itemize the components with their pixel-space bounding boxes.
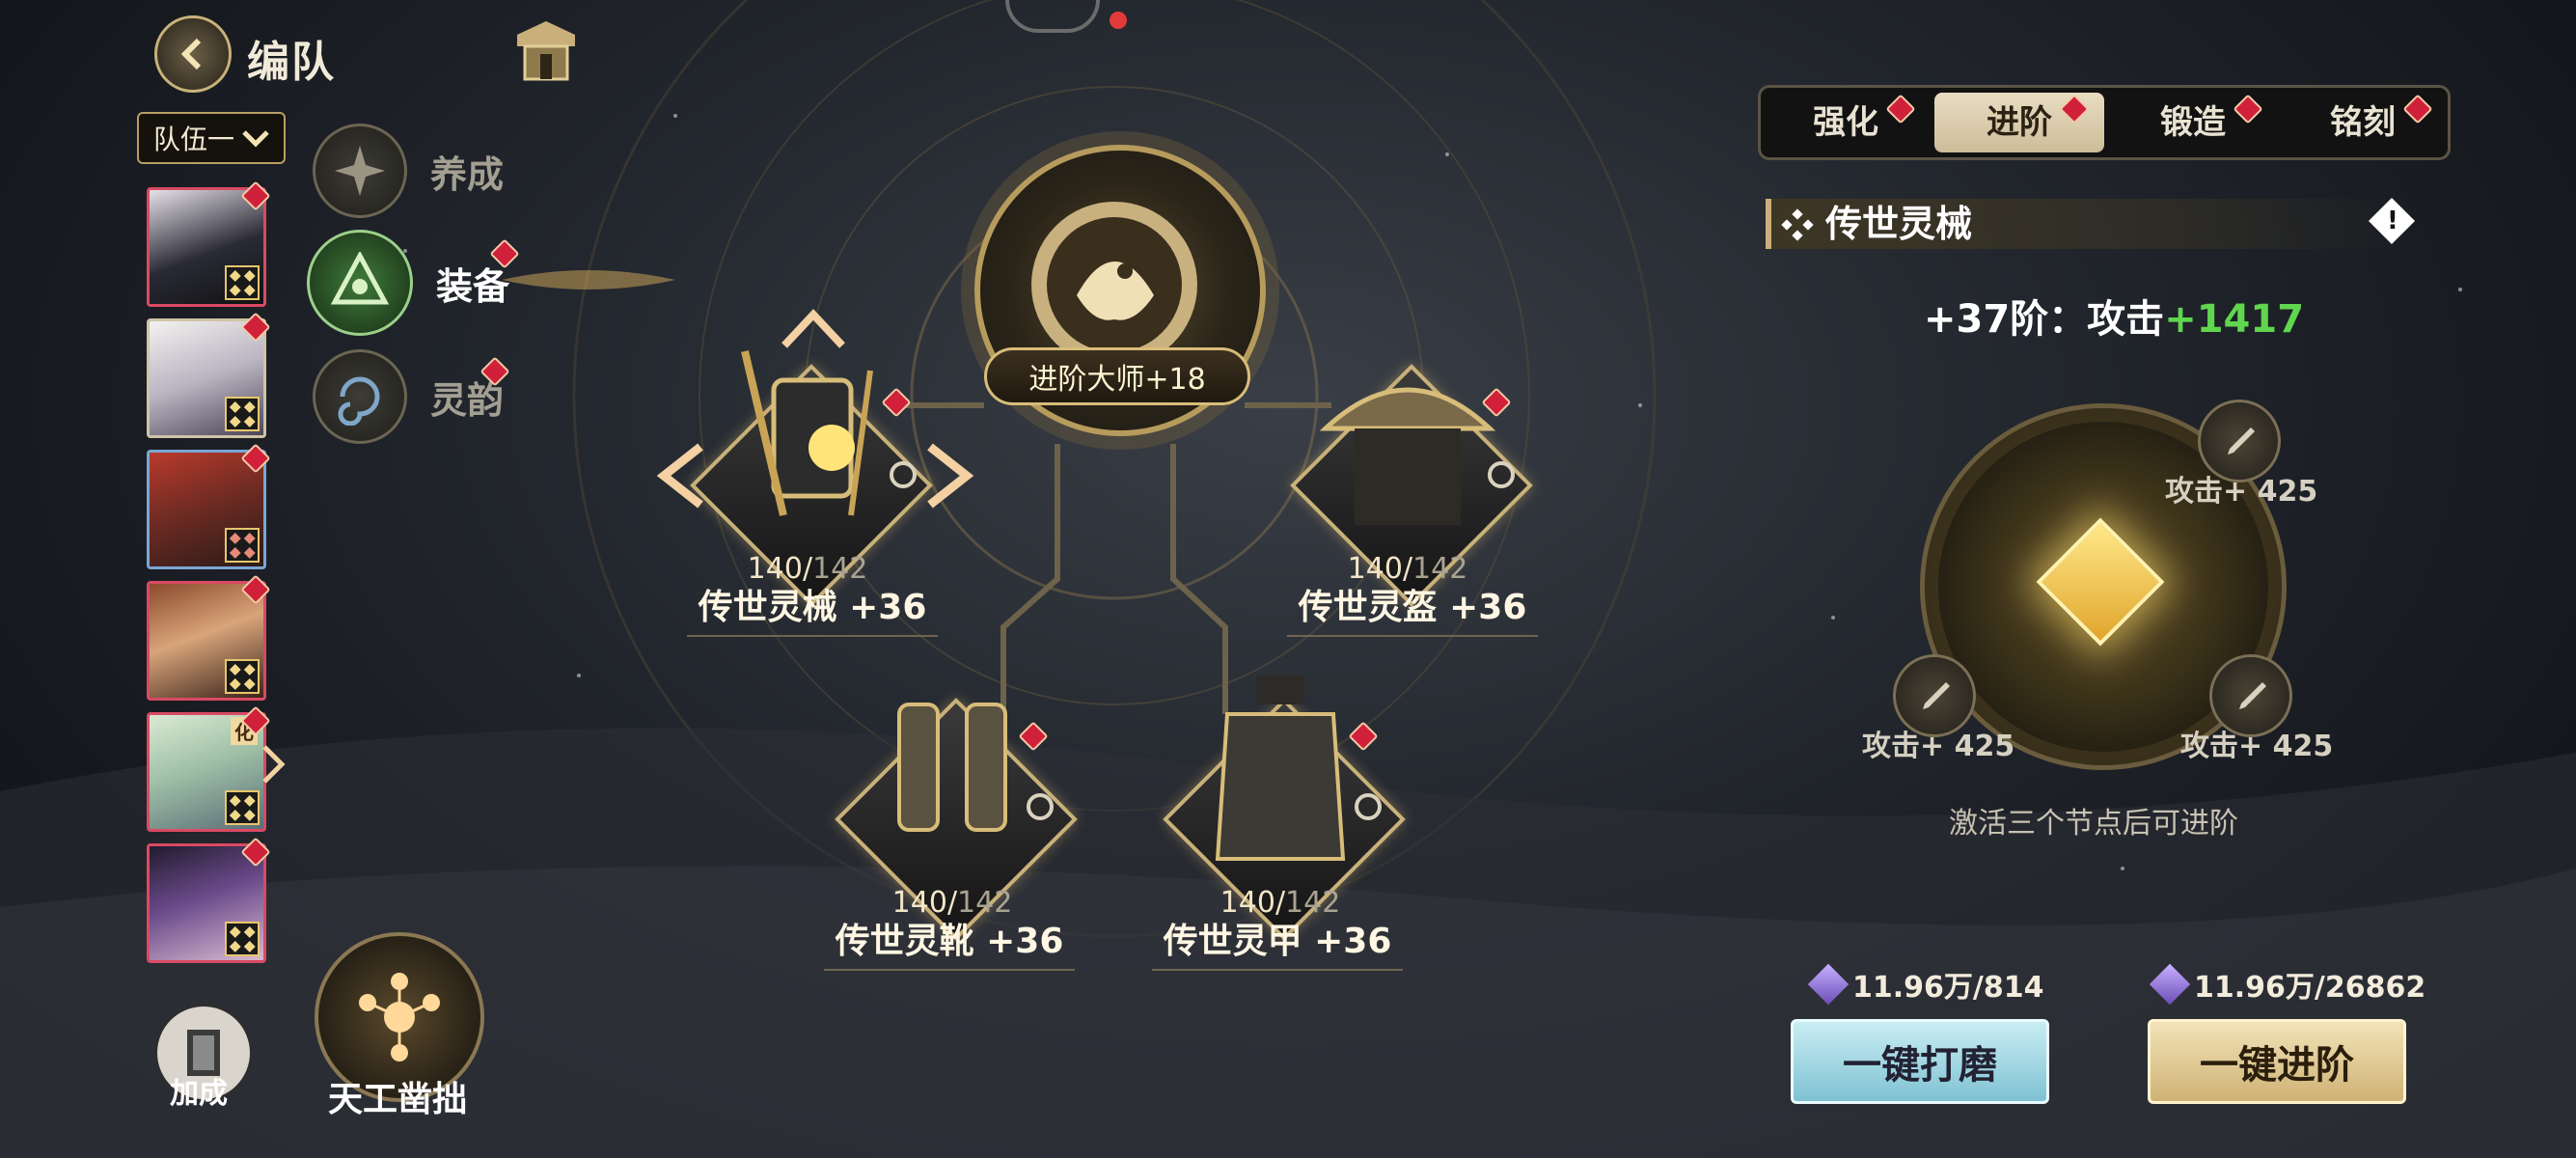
tab-bar: 强化 进阶 锻造 铭刻: [1758, 85, 2451, 160]
compass-icon: [313, 124, 407, 218]
swap-icon[interactable]: [1351, 789, 1385, 824]
helmet-name: 传世灵盔 +36: [1287, 579, 1538, 637]
stage-bonus-line: +37阶：攻击+1417: [1924, 288, 2304, 344]
weapon-name: 传世灵械 +36: [687, 579, 938, 637]
star-badge: [225, 528, 260, 563]
boots-icon: [897, 703, 1007, 832]
star-badge: [225, 397, 260, 431]
menu-aura[interactable]: 灵韵: [313, 349, 504, 444]
advance-cost: 11.96万/26862: [2149, 963, 2426, 1006]
character-portrait-5[interactable]: 化: [147, 712, 266, 832]
activation-hint: 激活三个节点后可进阶: [1949, 807, 2238, 841]
crystal-icon: [2149, 963, 2191, 1006]
tab-advance[interactable]: 进阶: [1934, 93, 2104, 152]
back-button[interactable]: [154, 15, 232, 93]
sword-icon: [2239, 682, 2266, 709]
alert-dot: [2233, 94, 2263, 124]
tower-icon[interactable]: [511, 17, 581, 87]
swap-icon[interactable]: [1023, 789, 1057, 824]
chevron-left-icon: [180, 38, 202, 70]
prev-arrow-icon[interactable]: [652, 442, 710, 510]
character-portrait-1[interactable]: [147, 187, 266, 307]
advance-cost-value: 11.96万/26862: [2194, 971, 2426, 1005]
stage-bonus-value: +1417: [2164, 297, 2305, 342]
armor-name: 传世灵甲 +36: [1152, 913, 1403, 971]
star-badge: [225, 659, 260, 694]
node-label-right: 攻击+ 425: [2180, 730, 2334, 763]
up-arrow-icon: [781, 309, 845, 348]
advance-master-label: 进阶大师+18: [984, 347, 1250, 405]
menu-cultivate-label: 养成: [430, 152, 505, 196]
tab-enhance[interactable]: 强化: [1761, 93, 1931, 152]
character-portrait-4[interactable]: [147, 581, 266, 701]
star-badge: [225, 922, 260, 956]
alert-dot: [2059, 94, 2090, 124]
craft-label: 天工凿拙: [328, 1080, 468, 1119]
crystal-icon: [1807, 963, 1850, 1006]
chevron-down-icon: [242, 130, 269, 148]
tab-forge-label: 锻造: [2160, 103, 2226, 142]
stage-prefix: +37阶：攻击: [1924, 297, 2165, 342]
team-dropdown-label: 队伍一: [152, 124, 234, 155]
one-click-advance-button[interactable]: 一键进阶: [2148, 1019, 2406, 1104]
equipment-emblem-icon: [307, 230, 413, 336]
alert-dot: [2402, 94, 2433, 124]
panel-title: 传世灵械: [1825, 203, 1973, 245]
tab-advance-label: 进阶: [1987, 103, 2052, 142]
character-portrait-2[interactable]: [147, 318, 266, 438]
alert-dot: [1885, 94, 1916, 124]
character-portrait-6[interactable]: [147, 843, 266, 963]
tab-engrave[interactable]: 铭刻: [2278, 93, 2448, 152]
shield-weapon-icon: [741, 350, 873, 516]
character-portrait-3[interactable]: [147, 450, 266, 569]
one-click-polish-button[interactable]: 一键打磨: [1791, 1019, 2049, 1104]
diamond-cluster-icon: [1781, 208, 1814, 241]
armor-icon: [1215, 676, 1346, 861]
info-icon-glyph: !: [2387, 207, 2398, 235]
selected-arrow-icon: [262, 745, 286, 784]
next-arrow-icon[interactable]: [920, 442, 978, 510]
swap-icon[interactable]: [886, 457, 920, 492]
star-badge: [225, 265, 260, 300]
menu-equipment[interactable]: 装备: [307, 230, 509, 336]
top-red-dot: [1110, 12, 1127, 29]
bonus-label: 加成: [170, 1077, 228, 1111]
menu-cultivate[interactable]: 养成: [313, 124, 504, 218]
swap-icon[interactable]: [1484, 457, 1519, 492]
star-badge: [225, 790, 260, 825]
polish-cost-value: 11.96万/814: [1852, 971, 2044, 1005]
node-label-left: 攻击+ 425: [1862, 730, 2015, 763]
tab-forge[interactable]: 锻造: [2108, 93, 2278, 152]
helmet-icon: [1319, 387, 1496, 525]
boots-name: 传世灵靴 +36: [824, 913, 1075, 971]
node-label-top: 攻击+ 425: [2165, 475, 2318, 509]
constellation-icon: [359, 973, 440, 1062]
polish-cost: 11.96万/814: [1807, 963, 2044, 1006]
selection-flare: [502, 270, 675, 290]
sword-icon: [2228, 427, 2255, 455]
sword-icon: [1923, 682, 1950, 709]
menu-equipment-label: 装备: [436, 264, 510, 308]
tab-enhance-label: 强化: [1813, 103, 1878, 142]
tab-engrave-label: 铭刻: [2330, 103, 2396, 142]
page-title: 编队: [247, 38, 336, 87]
swirl-icon: [313, 349, 407, 444]
top-ornament: [1005, 0, 1100, 33]
team-dropdown[interactable]: 队伍一: [137, 112, 286, 164]
